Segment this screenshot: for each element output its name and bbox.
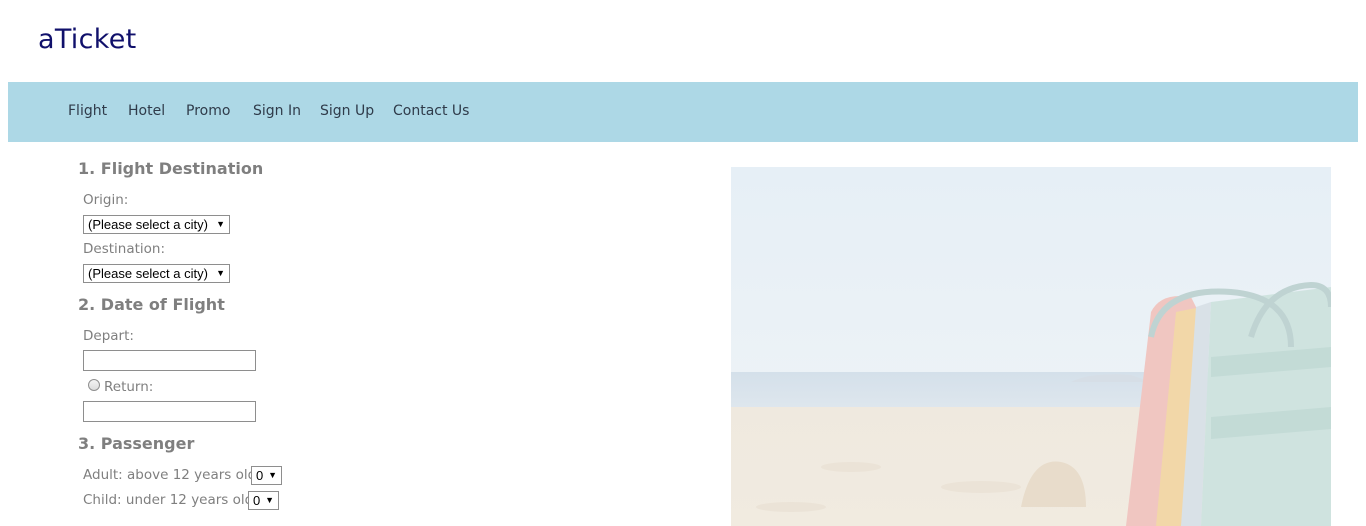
origin-select[interactable]: (Please select a city) ▼ [83, 215, 230, 234]
nav-item-contact-us[interactable]: Contact Us [393, 103, 469, 119]
nav-item-sign-in[interactable]: Sign In [253, 103, 301, 119]
return-label: Return: [104, 379, 154, 395]
origin-label: Origin: [83, 192, 129, 208]
caret-down-icon: ▼ [216, 268, 225, 278]
nav-item-promo[interactable]: Promo [186, 103, 230, 119]
destination-select-value: (Please select a city) [88, 266, 208, 281]
return-radio[interactable] [88, 379, 100, 391]
main-navbar: Flight Hotel Promo Sign In Sign Up Conta… [8, 82, 1358, 142]
section-title-flight-destination: 1. Flight Destination [78, 159, 264, 178]
caret-down-icon: ▼ [268, 470, 277, 480]
nav-item-hotel[interactable]: Hotel [128, 103, 165, 119]
nav-item-sign-up[interactable]: Sign Up [320, 103, 374, 119]
brand-logo-text[interactable]: aTicket [38, 24, 137, 55]
origin-select-value: (Please select a city) [88, 217, 208, 232]
child-count-select[interactable]: 0 ▼ [248, 491, 279, 510]
beach-hero-image [731, 167, 1331, 526]
child-count-value: 0 [253, 493, 261, 508]
destination-select[interactable]: (Please select a city) ▼ [83, 264, 230, 283]
adult-label: Adult: above 12 years old [83, 467, 257, 483]
section-title-date-of-flight: 2. Date of Flight [78, 295, 225, 314]
depart-date-input[interactable] [83, 350, 256, 371]
depart-label: Depart: [83, 328, 134, 344]
return-date-input[interactable] [83, 401, 256, 422]
child-label: Child: under 12 years old [83, 492, 254, 508]
section-title-passenger: 3. Passenger [78, 434, 195, 453]
adult-count-select[interactable]: 0 ▼ [251, 466, 282, 485]
adult-count-value: 0 [256, 468, 264, 483]
caret-down-icon: ▼ [265, 495, 274, 505]
destination-label: Destination: [83, 241, 166, 257]
caret-down-icon: ▼ [216, 219, 225, 229]
nav-item-flight[interactable]: Flight [68, 103, 107, 119]
